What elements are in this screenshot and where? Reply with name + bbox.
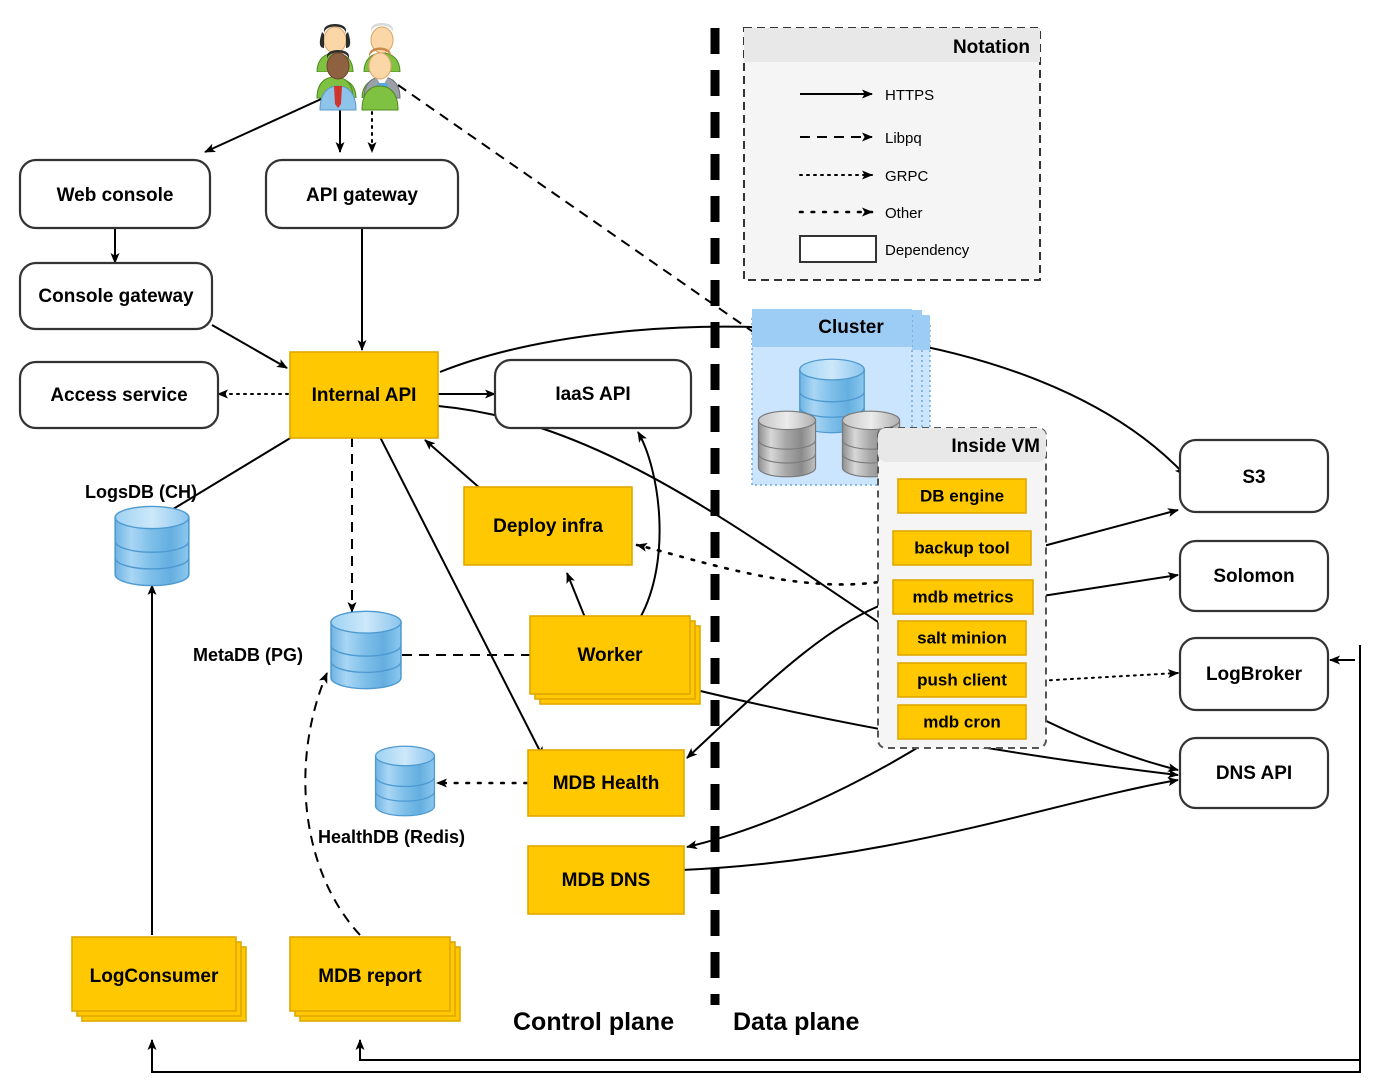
node-s3[interactable]: S3 bbox=[1178, 438, 1330, 514]
vm-component-label: mdb metrics bbox=[912, 587, 1013, 606]
edge-mdb-cron-to-mdb-dns bbox=[686, 739, 931, 850]
vm-component-mdb-cron[interactable]: mdb cron bbox=[897, 704, 1027, 740]
node-logbroker[interactable]: LogBroker bbox=[1178, 636, 1330, 712]
node-label: Solomon bbox=[1213, 566, 1294, 587]
cluster-replica-db-1 bbox=[757, 410, 817, 478]
node-mdb-report[interactable]: MDB report bbox=[289, 936, 461, 1022]
edge-users-to-web-console bbox=[204, 94, 331, 153]
diagram-canvas: Notation HTTPS Libpq GRPC Other Dependen… bbox=[18, 23, 1361, 1073]
edge-console-gateway-to-internal-api bbox=[211, 324, 288, 369]
node-label: MDB DNS bbox=[562, 870, 651, 891]
architecture-diagram: Notation HTTPS Libpq GRPC Other Dependen… bbox=[0, 0, 1378, 1090]
node-solomon[interactable]: Solomon bbox=[1178, 539, 1330, 613]
node-label: DNS API bbox=[1216, 763, 1292, 784]
db-logsdb: LogsDB (CH) bbox=[85, 482, 197, 587]
vm-component-db-engine[interactable]: DB engine bbox=[897, 478, 1027, 514]
vm-component-label: push client bbox=[917, 670, 1007, 689]
vm-component-backup-tool[interactable]: backup tool bbox=[892, 530, 1032, 566]
db-metadb: MetaDB (PG) bbox=[193, 610, 402, 690]
node-label: LogConsumer bbox=[90, 966, 219, 987]
vm-component-salt-minion[interactable]: salt minion bbox=[897, 620, 1027, 656]
legend-label-grpc: GRPC bbox=[885, 168, 929, 185]
node-label: Deploy infra bbox=[493, 516, 603, 537]
legend-label-https: HTTPS bbox=[885, 87, 934, 104]
edge-push-client-to-logbroker bbox=[1035, 669, 1179, 682]
notation-title: Notation bbox=[953, 37, 1030, 58]
node-console-gateway[interactable]: Console gateway bbox=[18, 261, 214, 331]
node-log-consumer[interactable]: LogConsumer bbox=[71, 936, 247, 1022]
edge-internal-api-to-mdb-health bbox=[379, 436, 544, 758]
edge-logbroker-to-mdb-report bbox=[355, 1039, 1360, 1061]
legend-label-libpq: Libpq bbox=[885, 130, 922, 147]
node-dns-api[interactable]: DNS API bbox=[1178, 736, 1330, 810]
node-label: LogBroker bbox=[1206, 664, 1303, 685]
edge-mdb-report-to-metadb bbox=[304, 672, 361, 936]
inside-vm-panel: Inside VM DB engine backup tool mdb metr… bbox=[877, 427, 1047, 749]
control-plane-label: Control plane bbox=[513, 1008, 674, 1036]
plane-labels: Control plane Data plane bbox=[513, 1008, 860, 1036]
node-deploy-infra[interactable]: Deploy infra bbox=[463, 486, 633, 566]
node-web-console[interactable]: Web console bbox=[18, 158, 212, 230]
vm-component-label: mdb cron bbox=[923, 712, 1000, 731]
cluster-title: Cluster bbox=[818, 317, 884, 338]
legend-dependency-box bbox=[799, 235, 877, 263]
users-group-icon bbox=[316, 23, 401, 111]
edge-mdb-metrics-to-solomon bbox=[1035, 572, 1179, 598]
node-api-gateway[interactable]: API gateway bbox=[264, 158, 460, 230]
edge-layer bbox=[110, 84, 1361, 1073]
legend-label-dependency: Dependency bbox=[885, 242, 970, 259]
vm-component-label: DB engine bbox=[920, 486, 1004, 505]
edge-inside-vm-to-deploy-infra bbox=[635, 542, 902, 586]
db-label: LogsDB (CH) bbox=[85, 482, 197, 502]
data-plane-label: Data plane bbox=[733, 1008, 860, 1036]
node-worker[interactable]: Worker bbox=[529, 615, 701, 705]
db-healthdb: HealthDB (Redis) bbox=[318, 745, 465, 847]
db-label: HealthDB (Redis) bbox=[318, 827, 465, 847]
node-label: Internal API bbox=[312, 385, 417, 406]
node-label: IaaS API bbox=[555, 384, 630, 405]
vm-component-label: backup tool bbox=[914, 538, 1009, 557]
db-label: MetaDB (PG) bbox=[193, 645, 303, 665]
node-label: Console gateway bbox=[38, 286, 194, 307]
node-label: Access service bbox=[50, 385, 187, 406]
node-access-service[interactable]: Access service bbox=[18, 360, 220, 430]
notation-legend: Notation HTTPS Libpq GRPC Other Dependen… bbox=[743, 27, 1041, 281]
node-label: S3 bbox=[1242, 467, 1265, 488]
legend-label-other: Other bbox=[885, 205, 923, 222]
node-iaas-api[interactable]: IaaS API bbox=[493, 358, 693, 430]
node-mdb-health[interactable]: MDB Health bbox=[527, 749, 685, 817]
node-label: Worker bbox=[577, 645, 643, 666]
node-internal-api[interactable]: Internal API bbox=[289, 351, 439, 439]
edge-backup-tool-to-s3 bbox=[1035, 508, 1179, 549]
inside-vm-title: Inside VM bbox=[951, 436, 1040, 457]
edge-internal-api-to-logsdb bbox=[159, 436, 293, 518]
edge-worker-to-iaas-api bbox=[637, 431, 661, 619]
node-mdb-dns[interactable]: MDB DNS bbox=[527, 845, 685, 915]
vm-component-mdb-metrics[interactable]: mdb metrics bbox=[892, 579, 1034, 615]
node-label: MDB Health bbox=[553, 773, 660, 794]
node-label: API gateway bbox=[306, 185, 418, 206]
vm-component-label: salt minion bbox=[917, 628, 1007, 647]
vm-component-push-client[interactable]: push client bbox=[897, 662, 1027, 698]
node-label: Web console bbox=[57, 185, 174, 206]
node-label: MDB report bbox=[318, 966, 422, 987]
edge-worker-to-deploy-infra bbox=[566, 572, 587, 621]
